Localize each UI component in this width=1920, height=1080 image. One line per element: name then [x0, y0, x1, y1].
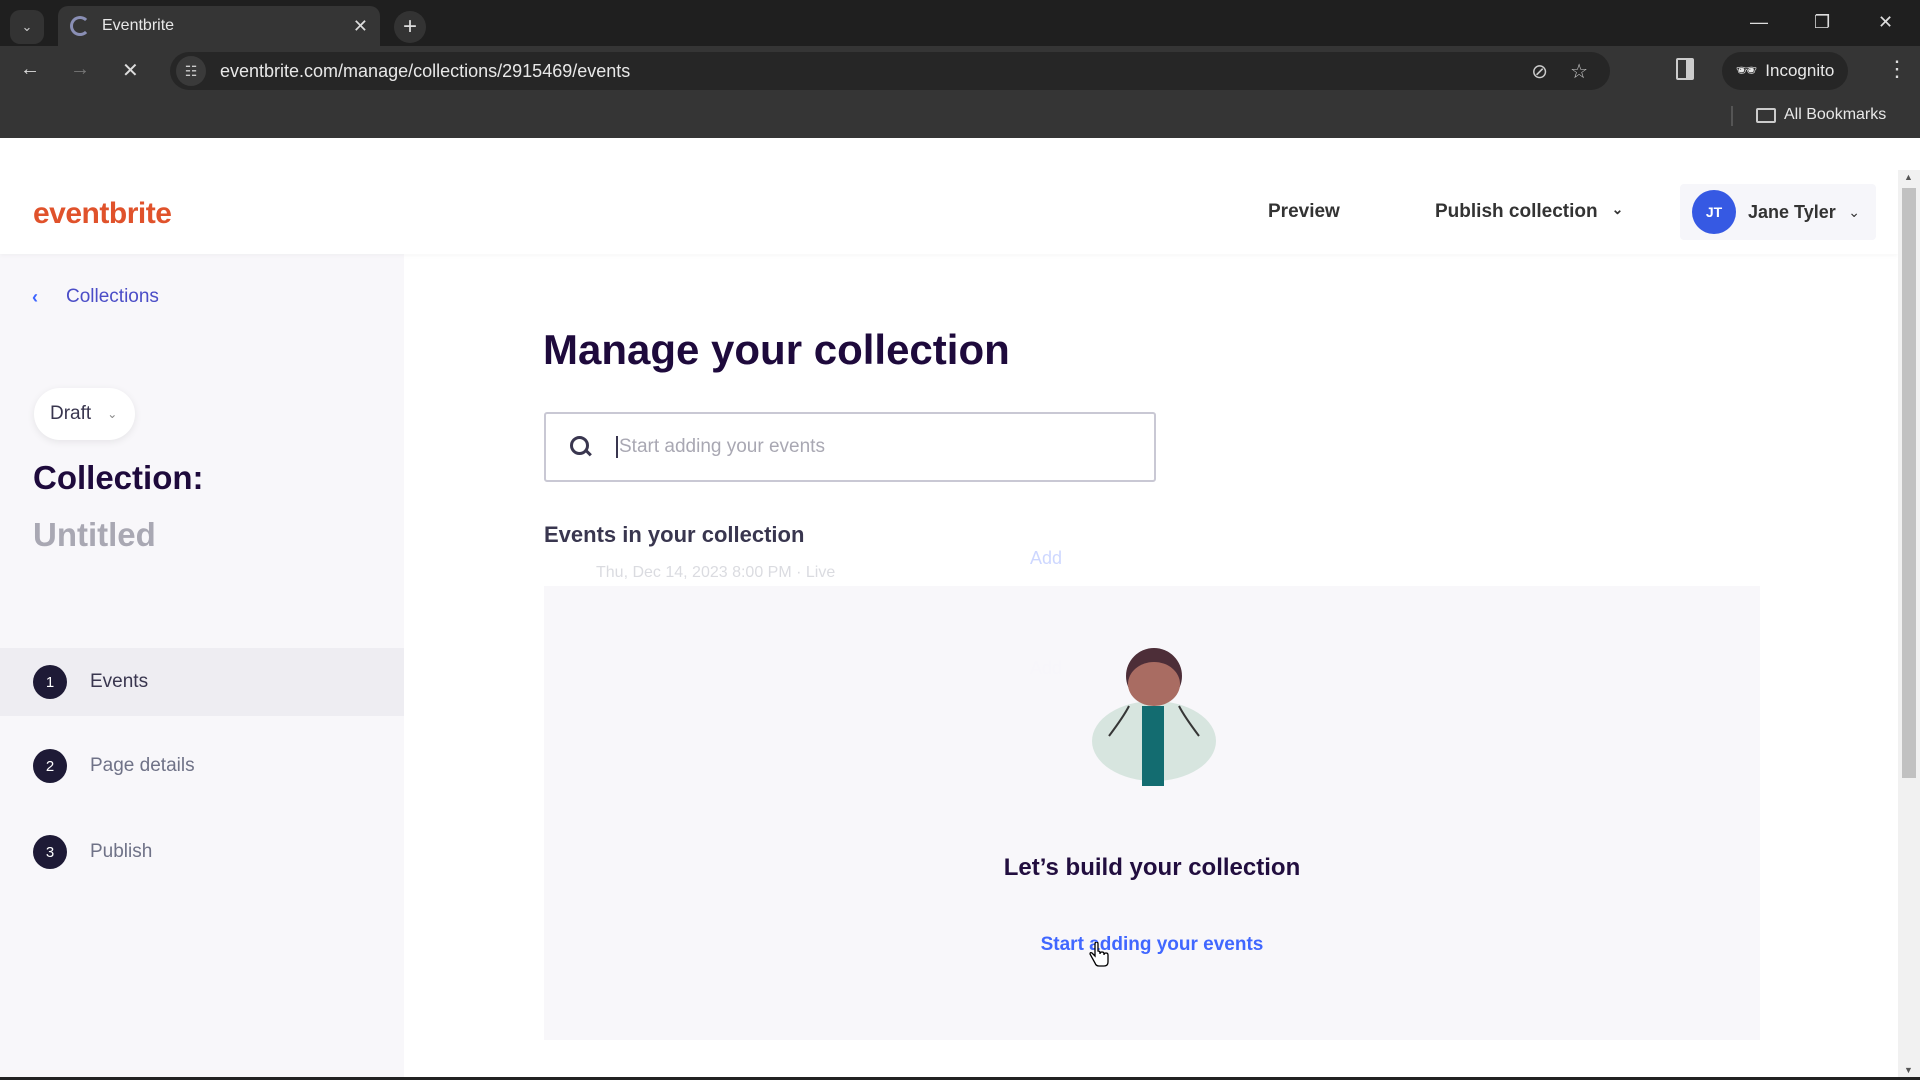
search-icon [570, 436, 592, 458]
person-covering-face-illustration [1092, 648, 1216, 786]
stop-loading-icon[interactable]: ✕ [122, 58, 139, 83]
start-adding-events-link[interactable]: Start adding your events [544, 934, 1760, 956]
publish-collection-dropdown[interactable]: Publish collection ⌄ [1435, 201, 1623, 223]
page-title: Manage your collection [543, 326, 1010, 373]
publish-collection-label: Publish collection [1435, 201, 1598, 222]
section-title: Events in your collection [544, 522, 805, 547]
chevron-down-icon: ⌄ [107, 407, 118, 421]
restore-icon[interactable]: ❐ [1814, 12, 1830, 33]
chevron-left-icon: ‹ [32, 286, 38, 307]
side-panel-icon[interactable] [1676, 58, 1694, 80]
scroll-up-arrow-icon[interactable]: ▲ [1904, 172, 1913, 182]
page-scrollbar[interactable]: ▲ ▼ [1898, 170, 1920, 1077]
step-label: Publish [90, 841, 153, 862]
step-label: Page details [90, 755, 195, 776]
chevron-down-icon: ⌄ [1611, 201, 1624, 217]
step-page-details[interactable]: 2 Page details [0, 732, 404, 800]
browser-tab[interactable]: Eventbrite ✕ [58, 6, 380, 46]
url-text[interactable]: eventbrite.com/manage/collections/291546… [220, 61, 1531, 82]
incognito-label: Incognito [1765, 61, 1835, 80]
more-menu-icon[interactable]: ⋮ [1886, 56, 1908, 82]
scrollbar-thumb[interactable] [1902, 188, 1916, 778]
hand-cursor-icon [1089, 942, 1109, 967]
loading-spinner-icon [70, 16, 90, 36]
step-number: 3 [33, 835, 67, 869]
add-event-button[interactable]: Add [1030, 548, 1062, 569]
collection-label: Collection: [33, 459, 204, 496]
scroll-down-arrow-icon[interactable]: ▼ [1904, 1065, 1913, 1075]
site-settings-icon[interactable]: ☷ [176, 56, 206, 86]
folder-icon [1756, 107, 1776, 123]
all-bookmarks-button[interactable]: All Bookmarks [1756, 106, 1886, 124]
divider [1731, 106, 1733, 126]
star-icon[interactable]: ☆ [1570, 59, 1588, 84]
browser-toolbar: ← → ✕ ☷ eventbrite.com/manage/collection… [0, 46, 1920, 94]
back-to-collections-link[interactable]: ‹ Collections [32, 286, 159, 308]
status-label: Draft [50, 403, 92, 424]
empty-state-card: Let’s build your collection Start adding… [544, 586, 1760, 1040]
collection-name: Untitled [33, 516, 156, 553]
close-window-icon[interactable]: ✕ [1878, 12, 1893, 33]
preview-button[interactable]: Preview [1268, 201, 1340, 223]
avatar: JT [1692, 190, 1736, 234]
chevron-down-icon: ⌄ [1848, 203, 1860, 220]
top-navigation: eventbrite Preview Publish collection ⌄ … [0, 170, 1898, 254]
minimize-icon[interactable]: — [1750, 12, 1768, 33]
sidebar: ‹ Collections Draft ⌄ Collection: Untitl… [0, 254, 404, 1077]
main-content: Manage your collection Thu, Dec 14, 2023… [404, 254, 1898, 1077]
chevron-down-icon: ⌄ [21, 19, 33, 34]
incognito-icon: 🕶 [1735, 61, 1758, 80]
close-tab-icon[interactable]: ✕ [353, 16, 368, 37]
bookmarks-bar: All Bookmarks [0, 94, 1920, 138]
tab-search-button[interactable]: ⌄ [10, 10, 44, 44]
event-search-input[interactable] [616, 436, 1116, 458]
empty-state-title: Let’s build your collection [1003, 854, 1301, 881]
step-label: Events [90, 671, 149, 692]
incognito-badge[interactable]: 🕶 Incognito [1722, 52, 1848, 90]
back-link-label: Collections [66, 286, 159, 307]
status-dropdown[interactable]: Draft ⌄ [34, 388, 136, 440]
forward-arrow-icon[interactable]: → [70, 58, 90, 81]
browser-tab-bar: ⌄ Eventbrite ✕ + — ❐ ✕ [0, 0, 1920, 46]
new-tab-button[interactable]: + [394, 11, 426, 43]
tab-title: Eventbrite [102, 17, 175, 34]
all-bookmarks-label: All Bookmarks [1784, 106, 1887, 123]
event-search-field[interactable] [544, 412, 1156, 482]
step-publish[interactable]: 3 Publish [0, 818, 404, 886]
user-name: Jane Tyler [1748, 201, 1836, 222]
eventbrite-logo[interactable]: eventbrite [33, 197, 172, 231]
address-bar[interactable]: ☷ eventbrite.com/manage/collections/2915… [170, 52, 1610, 90]
web-page: eventbrite Preview Publish collection ⌄ … [0, 170, 1898, 1077]
user-menu[interactable]: JT Jane Tyler ⌄ [1680, 184, 1876, 240]
step-number: 1 [33, 665, 67, 699]
back-arrow-icon[interactable]: ← [20, 58, 40, 81]
result-subtitle: Thu, Dec 14, 2023 8:00 PM · Live [596, 564, 836, 581]
step-number: 2 [33, 749, 67, 783]
eye-slash-icon[interactable]: ⊘ [1531, 59, 1548, 84]
step-events[interactable]: 1 Events [0, 648, 404, 716]
